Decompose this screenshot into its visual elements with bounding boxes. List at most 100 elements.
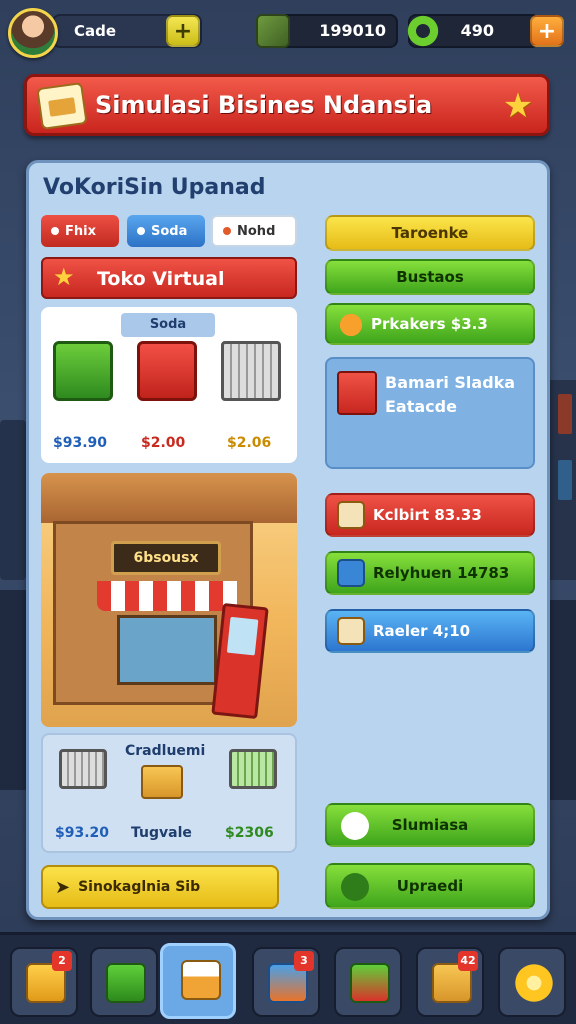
sale-tab[interactable]: Soda — [121, 313, 215, 337]
summary-right-value: $2306 — [225, 825, 274, 841]
store-banner[interactable]: ★ Toko Virtual — [41, 257, 297, 299]
book-decoration — [558, 394, 572, 434]
pencil-icon — [341, 873, 369, 901]
inventory-icon — [106, 963, 146, 1003]
gear-icon — [406, 14, 440, 48]
money-icon — [256, 14, 290, 48]
top-hud: Cade + 199010 490 + — [8, 8, 568, 58]
store-icon — [350, 963, 390, 1003]
box-icon — [337, 559, 365, 587]
chip-label: Fhix — [65, 223, 96, 239]
button-label: Prkakers $3.3 — [371, 315, 488, 333]
background-floor-left — [0, 590, 28, 790]
money-value: 199010 — [319, 21, 386, 40]
button-label: Kclbirt 83.33 — [373, 506, 482, 524]
player-name: Cade — [74, 22, 117, 40]
cart-box-icon — [337, 371, 377, 415]
title-banner: Simulasi Bisines Ndansia ★ — [24, 74, 550, 136]
summary-left-value: $93.20 — [55, 825, 110, 841]
chip-label: Nohd — [237, 223, 276, 239]
background-shelf-right — [548, 380, 576, 580]
raeler-button[interactable]: Raeler 4;10 — [325, 609, 535, 653]
nav-store[interactable] — [334, 947, 402, 1017]
shop-illustration: 6bsousx — [41, 473, 297, 727]
kclbirt-button[interactable]: Kclbirt 83.33 — [325, 493, 535, 537]
box-icon — [141, 765, 183, 799]
produce-button[interactable]: Prkakers $3.3 — [325, 303, 535, 345]
background-floor-right — [548, 600, 576, 800]
money-counter: 199010 — [256, 14, 398, 48]
slumiasa-button[interactable]: Slumiasa — [325, 803, 535, 847]
bag-icon — [341, 812, 369, 840]
store-title: Toko Virtual — [97, 268, 225, 290]
gear-value: 490 — [460, 21, 494, 40]
dot-icon — [223, 227, 231, 235]
product-card: Soda $93.90 $2.00 $2.06 — [41, 307, 297, 463]
green-box-icon[interactable] — [53, 341, 113, 401]
player-avatar[interactable] — [8, 8, 58, 58]
nav-house[interactable]: 42 — [416, 947, 484, 1017]
info-line: Eatacde — [385, 397, 457, 416]
button-label: Slumiasa — [391, 816, 469, 834]
nav-folder[interactable]: 2 — [10, 947, 78, 1017]
filter-chip-fhix[interactable]: Fhix — [41, 215, 119, 247]
shop-awning — [97, 581, 237, 611]
main-panel: VoKoriSin Upanad Fhix Soda Nohd ★ Toko V… — [26, 160, 550, 920]
shopping-cart-icon[interactable] — [221, 341, 281, 401]
shop-roof — [41, 473, 297, 523]
long-action-button[interactable]: ➤ Sinokaglnia Sib — [41, 865, 279, 909]
button-label: Relyhuen 14783 — [373, 564, 510, 582]
fruit-icon — [337, 311, 365, 339]
nav-inventory[interactable] — [90, 947, 158, 1017]
info-card[interactable]: Bamari Sladka Eatacde — [325, 357, 535, 469]
filter-chip-soda[interactable]: Soda — [127, 215, 205, 247]
shopping-cart-icon — [59, 749, 107, 789]
summary-right-label: Tugvale — [131, 825, 192, 841]
dot-icon — [51, 227, 59, 235]
star-icon[interactable]: ★ — [499, 87, 537, 125]
notification-badge: 42 — [458, 951, 478, 971]
chip-label: Soda — [151, 223, 188, 239]
basket-icon — [337, 501, 365, 529]
nav-cup[interactable] — [160, 943, 236, 1019]
bottom-nav: 2 3 42 — [0, 932, 576, 1024]
nav-settings[interactable] — [498, 947, 566, 1017]
shopping-cart-icon — [229, 749, 277, 789]
product-price: $2.00 — [141, 435, 186, 451]
bustaos-button[interactable]: Bustaos — [325, 259, 535, 295]
add-player-button[interactable]: + — [166, 15, 200, 47]
gear-counter: 490 — [406, 14, 540, 48]
add-gear-button[interactable]: + — [530, 15, 564, 47]
cup-icon — [181, 960, 221, 1000]
notification-badge: 2 — [52, 951, 72, 971]
button-label: Upraedi — [396, 877, 464, 895]
shop-shelf — [117, 615, 217, 685]
notification-badge: 3 — [294, 951, 314, 971]
arrow-icon: ➤ — [55, 876, 71, 898]
filter-chip-nohd[interactable]: Nohd — [211, 215, 297, 247]
nav-toolbox[interactable]: 3 — [252, 947, 320, 1017]
product-price: $93.90 — [53, 435, 108, 451]
relyhuen-button[interactable]: Relyhuen 14783 — [325, 551, 535, 595]
summary-box: Cradluemi $93.20 Tugvale $2306 — [41, 733, 297, 853]
upgrade-button[interactable]: Upraedi — [325, 863, 535, 909]
button-label: Taroenke — [391, 224, 469, 242]
star-icon: ★ — [53, 263, 75, 291]
game-title: Simulasi Bisines Ndansia — [95, 91, 433, 119]
shop-bag-icon — [36, 82, 88, 130]
product-price: $2.06 — [227, 435, 272, 451]
info-text: Bamari Sladka Eatacde — [385, 371, 515, 419]
dot-icon — [137, 227, 145, 235]
panel-title: VoKoriSin Upanad — [43, 175, 266, 200]
long-button-label: Sinokaglnia Sib — [78, 879, 201, 895]
package-icon — [337, 617, 365, 645]
button-label: Raeler 4;10 — [373, 622, 471, 640]
sun-gear-icon — [514, 963, 554, 1003]
summary-title: Cradluemi — [125, 743, 206, 759]
red-box-icon[interactable] — [137, 341, 197, 401]
taroenke-button[interactable]: Taroenke — [325, 215, 535, 251]
button-label: Bustaos — [396, 268, 464, 286]
shop-sign: 6bsousx — [111, 541, 221, 575]
book-decoration — [558, 460, 572, 500]
background-shelf-left — [0, 420, 26, 580]
